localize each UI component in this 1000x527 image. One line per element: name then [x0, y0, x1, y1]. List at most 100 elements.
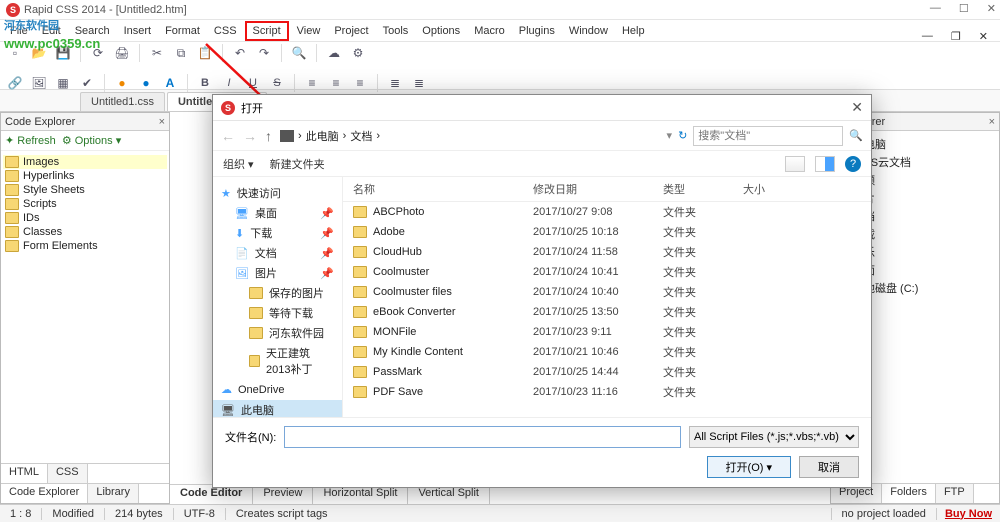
file-row[interactable]: Adobe2017/10/25 10:18文件夹	[343, 222, 871, 242]
options-button[interactable]: ⚙ Options ▾	[62, 134, 121, 147]
side-pic4[interactable]: 天正建筑2013补丁	[213, 343, 342, 379]
menu-search[interactable]: Search	[69, 23, 116, 39]
side-pictures[interactable]: 🖼图片📌	[213, 263, 342, 283]
reload-icon[interactable]: ↻	[678, 129, 687, 142]
mdi-close-icon[interactable]: ✕	[973, 28, 994, 45]
list-ol-icon[interactable]: ≣	[410, 74, 428, 92]
file-row[interactable]: PDF Save2017/10/23 11:16文件夹	[343, 382, 871, 402]
link-icon[interactable]: 🔗	[6, 74, 24, 92]
col-type[interactable]: 类型	[663, 181, 743, 197]
tree-formelements[interactable]: Form Elements	[3, 239, 167, 253]
align-center-icon[interactable]: ≡	[327, 74, 345, 92]
file-row[interactable]: Coolmuster files2017/10/24 10:40文件夹	[343, 282, 871, 302]
minimize-icon[interactable]: —	[930, 2, 941, 15]
tab-css[interactable]: CSS	[48, 464, 88, 483]
search-icon[interactable]: 🔍	[849, 129, 863, 142]
menu-file[interactable]: File	[4, 23, 34, 39]
menu-edit[interactable]: Edit	[36, 23, 67, 39]
menu-insert[interactable]: Insert	[118, 23, 158, 39]
menu-help[interactable]: Help	[616, 23, 651, 39]
tab-code-explorer[interactable]: Code Explorer	[1, 484, 88, 503]
preview-pane-icon[interactable]	[815, 156, 835, 172]
mdi-restore-icon[interactable]: ❐	[945, 28, 967, 45]
tab-html[interactable]: HTML	[1, 464, 48, 483]
help-icon[interactable]: ?	[845, 156, 861, 172]
col-size[interactable]: 大小	[743, 181, 803, 197]
side-pic2[interactable]: 等待下载	[213, 303, 342, 323]
table-icon[interactable]: ▦	[54, 74, 72, 92]
print-icon[interactable]: 🖨	[113, 44, 131, 62]
redo-icon[interactable]: ↷	[255, 44, 273, 62]
tree-ids[interactable]: IDs	[3, 211, 167, 225]
tree-images[interactable]: Images	[3, 155, 167, 169]
menu-format[interactable]: Format	[159, 23, 206, 39]
refresh-icon[interactable]: ⟳	[89, 44, 107, 62]
tree-scripts[interactable]: Scripts	[3, 197, 167, 211]
italic-icon[interactable]: I	[220, 74, 238, 92]
menu-view[interactable]: View	[291, 23, 327, 39]
menu-css[interactable]: CSS	[208, 23, 243, 39]
save-icon[interactable]: 💾	[54, 44, 72, 62]
file-row[interactable]: ABCPhoto2017/10/27 9:08文件夹	[343, 202, 871, 222]
cloud-icon[interactable]: ☁	[325, 44, 343, 62]
menu-macro[interactable]: Macro	[468, 23, 511, 39]
file-row[interactable]: My Kindle Content2017/10/21 10:46文件夹	[343, 342, 871, 362]
align-right-icon[interactable]: ≡	[351, 74, 369, 92]
buy-now-link[interactable]: Buy Now	[937, 508, 1000, 520]
panel-close-icon[interactable]: ×	[989, 116, 995, 128]
col-name[interactable]: 名称	[353, 181, 533, 197]
color2-icon[interactable]: ●	[137, 74, 155, 92]
strike-icon[interactable]: S	[268, 74, 286, 92]
find-icon[interactable]: 🔍	[290, 44, 308, 62]
validator-icon[interactable]: ✔	[78, 74, 96, 92]
open-button[interactable]: 打开(O) ▾	[707, 456, 791, 478]
refresh-button[interactable]: ✦ Refresh	[5, 134, 56, 147]
settings-icon[interactable]: ⚙	[349, 44, 367, 62]
paste-icon[interactable]: 📋	[196, 44, 214, 62]
dialog-close-icon[interactable]: ✕	[851, 99, 863, 116]
tab-untitled1[interactable]: Untitled1.css	[80, 92, 165, 111]
quick-access[interactable]: ★快速访问	[213, 183, 342, 203]
cancel-button[interactable]: 取消	[799, 456, 859, 478]
side-downloads[interactable]: ⬇下载📌	[213, 223, 342, 243]
view-mode-icon[interactable]	[785, 156, 805, 172]
file-row[interactable]: MONFile2017/10/23 9:11文件夹	[343, 322, 871, 342]
filename-input[interactable]	[284, 426, 681, 448]
menu-project[interactable]: Project	[328, 23, 374, 39]
image-icon[interactable]: 🖼	[30, 74, 48, 92]
tab-folders[interactable]: Folders	[882, 484, 936, 503]
tree-hyperlinks[interactable]: Hyperlinks	[3, 169, 167, 183]
color-icon[interactable]: ●	[113, 74, 131, 92]
list-ul-icon[interactable]: ≣	[386, 74, 404, 92]
align-left-icon[interactable]: ≡	[303, 74, 321, 92]
font-icon[interactable]: A	[161, 74, 179, 92]
file-row[interactable]: PassMark2017/10/25 14:44文件夹	[343, 362, 871, 382]
side-onedrive[interactable]: ☁OneDrive	[213, 381, 342, 398]
bold-icon[interactable]: B	[196, 74, 214, 92]
underline-icon[interactable]: U	[244, 74, 262, 92]
menu-script[interactable]: Script	[245, 21, 289, 41]
tree-stylesheets[interactable]: Style Sheets	[3, 183, 167, 197]
open-icon[interactable]: 📂	[30, 44, 48, 62]
menu-plugins[interactable]: Plugins	[513, 23, 561, 39]
tree-classes[interactable]: Classes	[3, 225, 167, 239]
breadcrumb[interactable]: › 此电脑 › 文档 ›	[280, 128, 380, 144]
search-input[interactable]	[693, 126, 843, 146]
mdi-minimize-icon[interactable]: —	[916, 28, 939, 45]
maximize-icon[interactable]: ☐	[959, 2, 969, 15]
forward-icon[interactable]: →	[243, 128, 257, 144]
menu-options[interactable]: Options	[416, 23, 466, 39]
undo-icon[interactable]: ↶	[231, 44, 249, 62]
file-row[interactable]: eBook Converter2017/10/25 13:50文件夹	[343, 302, 871, 322]
up-icon[interactable]: ↑	[265, 128, 272, 144]
new-folder-button[interactable]: 新建文件夹	[270, 156, 325, 172]
filter-select[interactable]: All Script Files (*.js;*.vbs;*.vb)	[689, 426, 859, 448]
cut-icon[interactable]: ✂	[148, 44, 166, 62]
status-encoding[interactable]: UTF-8	[174, 508, 226, 520]
side-pic3[interactable]: 河东软件园	[213, 323, 342, 343]
organize-button[interactable]: 组织 ▾	[223, 156, 254, 172]
col-date[interactable]: 修改日期	[533, 181, 663, 197]
side-pic1[interactable]: 保存的图片	[213, 283, 342, 303]
menu-tools[interactable]: Tools	[377, 23, 415, 39]
tab-library[interactable]: Library	[88, 484, 139, 503]
